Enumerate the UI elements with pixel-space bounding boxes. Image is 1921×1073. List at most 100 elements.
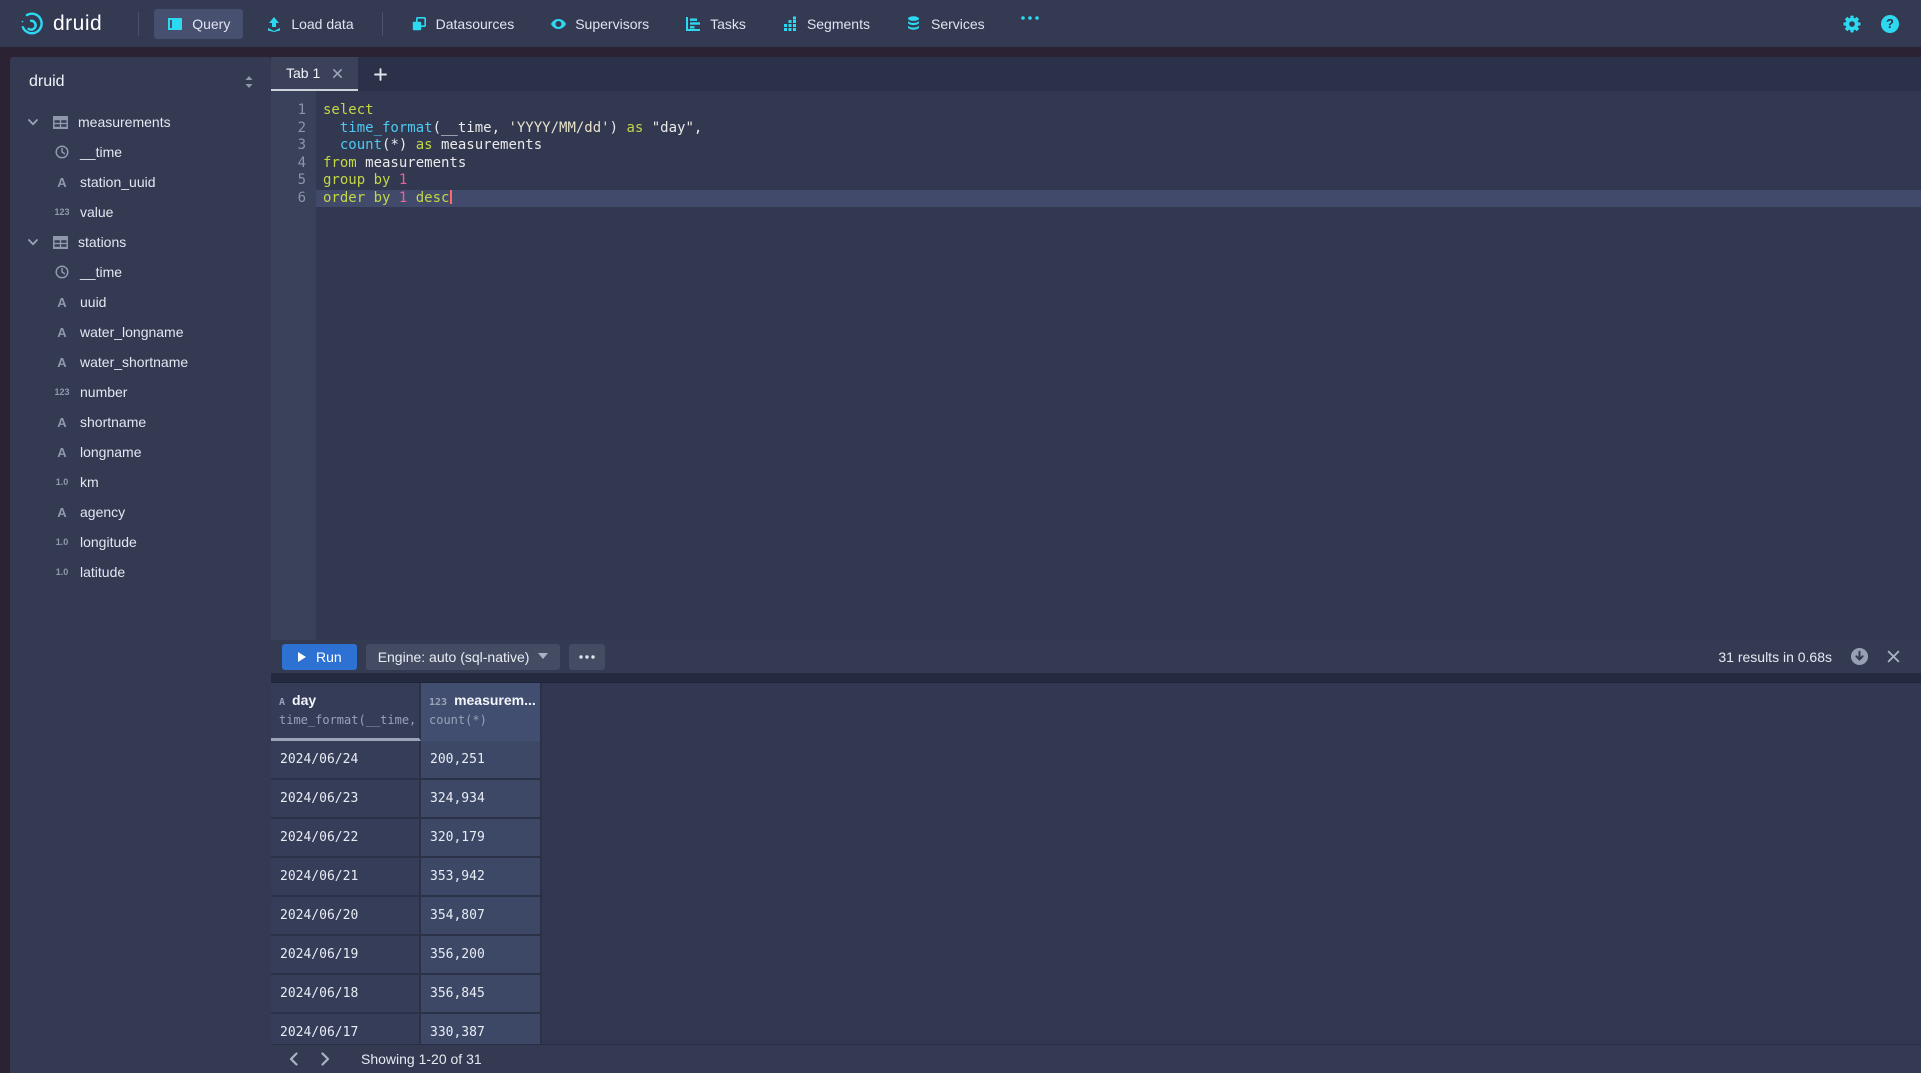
tree-column-longitude[interactable]: 1.0longitude (10, 527, 271, 557)
cell-day[interactable]: 2024/06/20 (271, 897, 421, 936)
code-line-3[interactable]: count(*) as measurements (316, 137, 1921, 155)
tree-item-label: latitude (80, 564, 125, 580)
nav-item-label: Load data (291, 16, 353, 32)
cell-day[interactable]: 2024/06/18 (271, 975, 421, 1014)
string-type-icon: A (51, 325, 73, 340)
code-token: count (340, 137, 382, 153)
line-number: 3 (271, 137, 306, 155)
cell-measurements[interactable]: 324,934 (421, 780, 542, 819)
run-button[interactable]: Run (282, 644, 357, 670)
cell-day[interactable]: 2024/06/23 (271, 780, 421, 819)
run-bar: Run Engine: auto (sql-native) 31 results… (271, 640, 1921, 673)
code-token: 'YYYY/MM/dd' (508, 120, 609, 136)
column-name: day (292, 692, 316, 708)
services-icon (906, 16, 922, 32)
tree-column-water-longname[interactable]: Awater_longname (10, 317, 271, 347)
nav-item-query[interactable]: Query (154, 9, 243, 39)
tree-column-number[interactable]: 123number (10, 377, 271, 407)
code-token: select (323, 102, 374, 118)
string-type-icon: A (51, 445, 73, 460)
nav-item-datasources[interactable]: Datasources (398, 9, 528, 39)
tree-table-measurements[interactable]: measurements (10, 107, 271, 137)
column-type-icon: 123 (429, 697, 447, 708)
tree-column-time[interactable]: __time (10, 137, 271, 167)
tab-close-icon[interactable] (332, 68, 343, 79)
tree-column-shortname[interactable]: Ashortname (10, 407, 271, 437)
line-number: 5 (271, 172, 306, 190)
schema-header[interactable]: druid (10, 57, 271, 103)
cell-day[interactable]: 2024/06/22 (271, 819, 421, 858)
add-tab-button[interactable] (358, 57, 403, 91)
tree-column-km[interactable]: 1.0km (10, 467, 271, 497)
tree-column-agency[interactable]: Aagency (10, 497, 271, 527)
cell-measurements[interactable]: 353,942 (421, 858, 542, 897)
tree-table-stations[interactable]: stations (10, 227, 271, 257)
cell-measurements[interactable]: 354,807 (421, 897, 542, 936)
cell-measurements[interactable]: 200,251 (421, 741, 542, 780)
code-token: measurements (357, 155, 467, 171)
nav-item-segments[interactable]: Segments (769, 9, 883, 39)
more-icon (579, 655, 595, 659)
code-line-6[interactable]: order by 1 desc (316, 190, 1921, 208)
cell-day[interactable]: 2024/06/24 (271, 741, 421, 780)
nav-item-supervisors[interactable]: Supervisors (537, 9, 662, 39)
editor-code[interactable]: select time_format(__time, 'YYYY/MM/dd')… (316, 91, 1921, 640)
prev-page-button[interactable] (279, 1047, 307, 1071)
cell-day[interactable]: 2024/06/19 (271, 936, 421, 975)
tree-column-uuid[interactable]: Auuid (10, 287, 271, 317)
table-row: 2024/06/18356,845 (271, 975, 1921, 1014)
chevron-down-icon[interactable] (27, 236, 43, 248)
next-page-button[interactable] (311, 1047, 339, 1071)
code-token: 1 (399, 172, 407, 188)
nav-item-item[interactable] (1008, 9, 1050, 39)
help-icon[interactable]: ? (1881, 15, 1899, 33)
tree-item-label: number (80, 384, 127, 400)
code-line-5[interactable]: group by 1 (316, 172, 1921, 190)
tree-item-label: longitude (80, 534, 137, 550)
double-caret-vertical-icon[interactable] (243, 75, 255, 89)
tree-item-label: stations (78, 234, 126, 250)
cell-measurements[interactable]: 330,387 (421, 1014, 542, 1044)
tree-column-value[interactable]: 123value (10, 197, 271, 227)
column-header-day[interactable]: Adaytime_format(__time, … (271, 683, 421, 741)
sql-editor[interactable]: 123456 select time_format(__time, 'YYYY/… (271, 91, 1921, 640)
results-body: 2024/06/24200,2512024/06/23324,9342024/0… (271, 741, 1921, 1044)
tree-column-longname[interactable]: Alongname (10, 437, 271, 467)
text-cursor (450, 190, 452, 204)
cell-day[interactable]: 2024/06/17 (271, 1014, 421, 1044)
cell-day[interactable]: 2024/06/21 (271, 858, 421, 897)
nav-right: ? (1843, 15, 1921, 33)
druid-logo[interactable]: druid (0, 11, 128, 37)
tree-item-label: water_longname (80, 324, 184, 340)
settings-gear-icon[interactable] (1843, 15, 1861, 33)
tree-column-time[interactable]: __time (10, 257, 271, 287)
druid-logo-icon (18, 11, 44, 37)
nav-item-load-data[interactable]: Load data (253, 9, 366, 39)
query-more-button[interactable] (569, 644, 605, 670)
column-header-measurem[interactable]: 123measurem...count(*) (421, 683, 542, 741)
code-line-2[interactable]: time_format(__time, 'YYYY/MM/dd') as "da… (316, 120, 1921, 138)
cell-measurements[interactable]: 356,200 (421, 936, 542, 975)
number-type-icon: 1.0 (51, 477, 73, 487)
nav-items: Query Load data Datasources Supervisors Task… (128, 0, 1054, 47)
code-line-1[interactable]: select (316, 102, 1921, 120)
cell-measurements[interactable]: 356,845 (421, 975, 542, 1014)
tab-tab1[interactable]: Tab 1 (271, 57, 358, 91)
results-header: Adaytime_format(__time, …123measurem...c… (271, 683, 1921, 741)
code-line-4[interactable]: from measurements (316, 155, 1921, 173)
chevron-down-icon[interactable] (27, 116, 43, 128)
tree-column-latitude[interactable]: 1.0latitude (10, 557, 271, 587)
panel-resize-handle[interactable] (271, 673, 1921, 683)
code-token: time_format (340, 120, 433, 136)
engine-select[interactable]: Engine: auto (sql-native) (366, 644, 561, 670)
cell-measurements[interactable]: 320,179 (421, 819, 542, 858)
tree-column-water-shortname[interactable]: Awater_shortname (10, 347, 271, 377)
nav-item-services[interactable]: Services (893, 9, 998, 39)
schema-name: druid (29, 73, 65, 91)
supervisors-icon (550, 16, 566, 32)
close-results-icon[interactable] (1887, 650, 1900, 663)
tree-column-station-uuid[interactable]: Astation_uuid (10, 167, 271, 197)
tree-item-label: uuid (80, 294, 106, 310)
download-icon[interactable] (1850, 647, 1869, 666)
nav-item-tasks[interactable]: Tasks (672, 9, 759, 39)
